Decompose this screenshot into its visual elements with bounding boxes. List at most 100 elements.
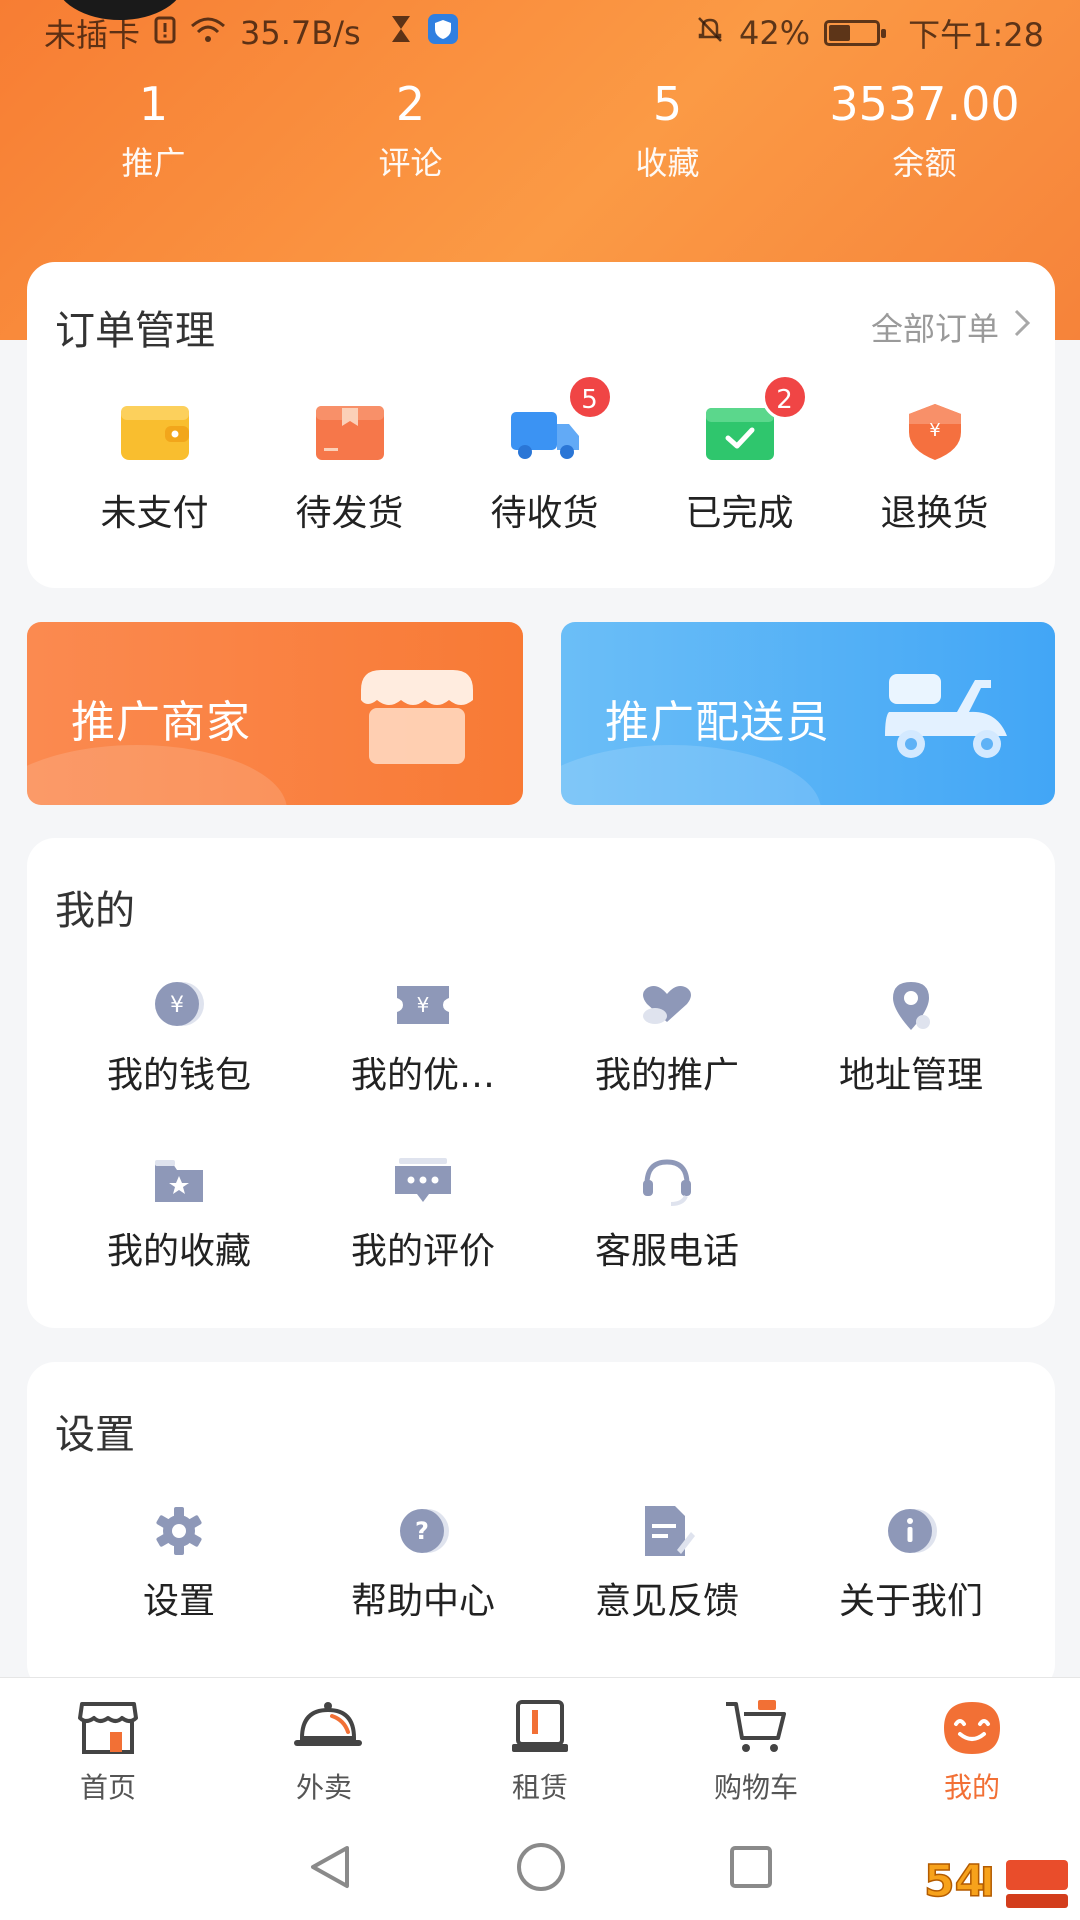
tab-takeout[interactable]: 外卖 — [216, 1678, 432, 1817]
stat-favorites[interactable]: 5 收藏 — [539, 76, 796, 184]
promote-rider-banner[interactable]: 推广配送员 — [561, 622, 1055, 805]
grid-item-label: 我的收藏 — [106, 1231, 251, 1272]
order-unpaid[interactable]: 未支付 — [57, 402, 252, 536]
battery-icon — [824, 20, 887, 46]
clock-text: 下午1:28 — [908, 16, 1044, 54]
order-item-label: 待收货 — [490, 493, 599, 534]
comment-icon — [393, 1154, 453, 1208]
order-item-label: 未支付 — [100, 493, 209, 534]
help-icon: ? — [393, 1504, 453, 1558]
stat-value: 5 — [652, 77, 683, 131]
tab-label: 购物车 — [713, 1771, 798, 1804]
all-orders-label: 全部订单 — [870, 310, 999, 348]
wifi-icon — [190, 14, 226, 52]
headset-icon — [637, 1154, 697, 1208]
stat-value: 2 — [395, 77, 426, 131]
order-management-card: 订单管理 全部订单 未支付 待发货 5 待收货 2 已完成 ¥ 退换货 — [27, 262, 1055, 588]
about-us-item[interactable]: 关于我们 — [789, 1504, 1033, 1624]
food-cloche-icon — [292, 1698, 362, 1756]
wallet-coin-icon: ¥ — [149, 978, 209, 1032]
stat-comments[interactable]: 2 评论 — [282, 76, 539, 184]
favorite-folder-icon — [149, 1154, 209, 1208]
home-circle-icon[interactable] — [515, 1841, 567, 1897]
tab-label: 租赁 — [511, 1771, 568, 1804]
stat-label: 余额 — [892, 144, 957, 182]
shield-app-icon — [427, 13, 459, 53]
feedback-item[interactable]: 意见反馈 — [545, 1504, 789, 1624]
battery-percent-text: 42% — [739, 14, 811, 52]
info-icon — [881, 1504, 941, 1558]
svg-text:Ⅰ: Ⅰ — [980, 1860, 995, 1906]
svg-text:¥: ¥ — [417, 993, 430, 1017]
tab-home[interactable]: 首页 — [0, 1678, 216, 1817]
grid-item-label: 关于我们 — [838, 1581, 983, 1622]
grid-item-label: 我的优… — [350, 1055, 495, 1096]
svg-text:54: 54 — [924, 1856, 985, 1907]
package-icon — [312, 402, 388, 462]
stat-label: 推广 — [121, 144, 186, 182]
promote-rider-label: 推广配送员 — [605, 697, 830, 748]
grid-item-label: 我的推广 — [594, 1055, 739, 1096]
tab-profile[interactable]: 我的 — [864, 1678, 1080, 1817]
help-center-item[interactable]: ? 帮助中心 — [301, 1504, 545, 1624]
site-watermark-logo: 54 Ⅰ — [922, 1850, 1072, 1914]
stat-label: 收藏 — [635, 144, 700, 182]
order-to-receive[interactable]: 5 待收货 — [447, 374, 642, 536]
my-favorites-item[interactable]: 我的收藏 — [57, 1154, 301, 1330]
order-item-label: 已完成 — [685, 493, 794, 534]
address-management-item[interactable]: 地址管理 — [789, 978, 1033, 1154]
mute-bell-icon — [695, 14, 725, 52]
tab-label: 首页 — [79, 1771, 136, 1804]
my-promotion-item[interactable]: 我的推广 — [545, 978, 789, 1154]
my-coupons-item[interactable]: ¥ 我的优… — [301, 978, 545, 1154]
sim-alert-icon — [154, 14, 176, 52]
completed-icon: 2 — [702, 374, 808, 462]
truck-icon: 5 — [507, 374, 613, 462]
all-orders-link[interactable]: 全部订单 — [871, 304, 1031, 350]
settings-card: 设置 设置 ? 帮助中心 意见反馈 关于我们 — [27, 1362, 1055, 1692]
coupon-icon: ¥ — [393, 978, 453, 1032]
order-count-badge: 5 — [566, 374, 613, 420]
profile-stats: 1 推广 2 评论 5 收藏 3537.00 余额 — [0, 76, 1080, 184]
my-reviews-item[interactable]: 我的评价 — [301, 1154, 545, 1330]
back-icon[interactable] — [305, 1842, 355, 1896]
recents-square-icon[interactable] — [727, 1843, 775, 1895]
my-wallet-item[interactable]: ¥ 我的钱包 — [57, 978, 301, 1154]
feedback-icon — [637, 1504, 697, 1558]
tab-cart[interactable]: 购物车 — [648, 1678, 864, 1817]
order-to-ship[interactable]: 待发货 — [252, 402, 447, 536]
wallet-icon — [117, 402, 193, 462]
customer-service-item[interactable]: 客服电话 — [545, 1154, 789, 1330]
promote-merchant-banner[interactable]: 推广商家 — [27, 622, 523, 805]
my-services-card: 我的 ¥ 我的钱包 ¥ 我的优… 我的推广 地址管理 我的收藏 我的评价 客服电… — [27, 838, 1055, 1328]
order-completed[interactable]: 2 已完成 — [642, 374, 837, 536]
stat-promotion[interactable]: 1 推广 — [25, 76, 282, 184]
settings-item[interactable]: 设置 — [57, 1504, 301, 1624]
grid-item-label: 地址管理 — [838, 1055, 983, 1096]
stat-balance[interactable]: 3537.00 余额 — [796, 76, 1053, 184]
grid-item-label: 设置 — [142, 1581, 215, 1622]
grid-item-label: 我的钱包 — [106, 1055, 251, 1096]
grid-item-label: 帮助中心 — [350, 1581, 495, 1622]
tab-rental[interactable]: 租赁 — [432, 1678, 648, 1817]
grid-item-label: 意见反馈 — [594, 1581, 739, 1622]
svg-text:¥: ¥ — [929, 420, 940, 441]
cart-icon — [724, 1698, 788, 1756]
gear-icon — [149, 1504, 209, 1558]
grid-item-label: 客服电话 — [594, 1231, 739, 1272]
stat-value: 1 — [138, 77, 169, 131]
hourglass-icon — [389, 14, 413, 52]
profile-smile-icon — [940, 1698, 1004, 1756]
order-return-exchange[interactable]: ¥ 退换货 — [837, 402, 1032, 536]
home-store-icon — [76, 1698, 140, 1756]
tab-label: 我的 — [943, 1771, 1000, 1804]
my-services-title: 我的 — [55, 888, 135, 934]
banner-decoration — [561, 745, 821, 805]
order-count-badge: 2 — [761, 374, 808, 420]
bottom-tab-bar: 首页 外卖 租赁 购物车 我的 — [0, 1677, 1080, 1817]
order-item-label: 待发货 — [295, 493, 404, 534]
system-navigation-bar — [0, 1817, 1080, 1920]
order-management-title: 订单管理 — [55, 308, 215, 354]
location-pin-icon — [881, 978, 941, 1032]
grid-item-label: 我的评价 — [350, 1231, 495, 1272]
